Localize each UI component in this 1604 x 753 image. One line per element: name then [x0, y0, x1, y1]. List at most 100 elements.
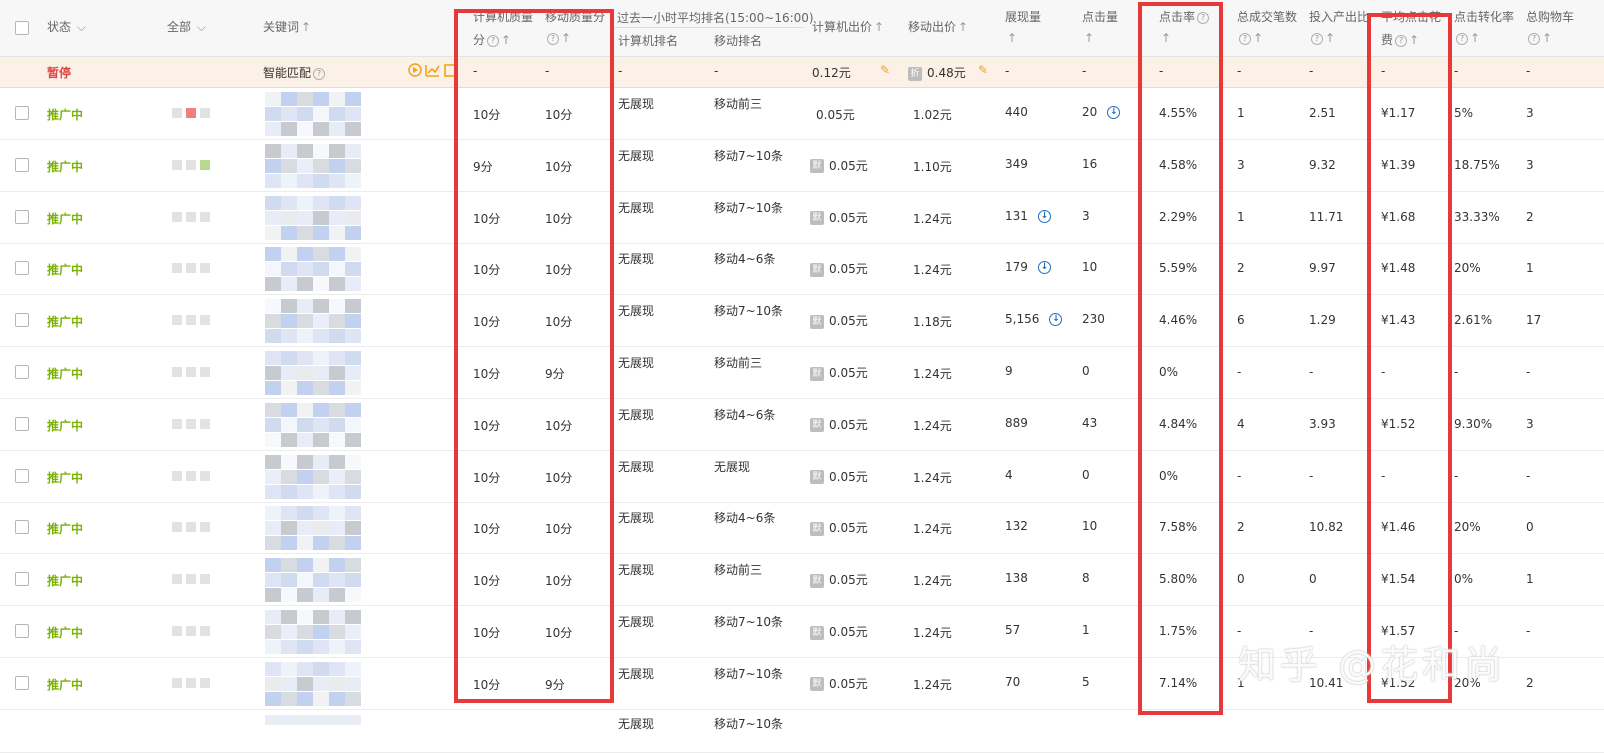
total-cart-cell: 0 [1526, 520, 1534, 535]
help-icon[interactable]: ? [1239, 32, 1251, 45]
pencil-icon[interactable]: ✎ [880, 63, 890, 77]
mosaic-block [329, 107, 345, 121]
total-cart-cell: - [1526, 624, 1531, 638]
mosaic-block [297, 107, 313, 121]
flag-swatch [200, 626, 210, 636]
mobile-rank-cell: 移动前三 [714, 563, 763, 578]
row-checkbox[interactable] [15, 416, 29, 431]
mosaic-block [265, 536, 281, 551]
row-checkbox[interactable] [15, 520, 29, 535]
default-price-tag-icon: 默 [810, 418, 824, 433]
mosaic-block [313, 247, 329, 262]
impressions-header-label: 展现量 [1005, 10, 1042, 24]
row-checkbox[interactable] [15, 313, 29, 328]
pc-rank-cell: 无展现 [618, 511, 655, 526]
mosaic-block [329, 432, 345, 447]
flag-swatch [200, 263, 210, 274]
row-checkbox[interactable] [15, 106, 29, 120]
clicks-value: 230 [1082, 312, 1105, 327]
total-deals-header[interactable]: 总成交笔数 ? ↑ [1237, 8, 1297, 45]
row-checkbox[interactable] [15, 468, 29, 483]
help-icon[interactable]: ? [1456, 32, 1468, 45]
status-label: 推广中 [47, 418, 84, 433]
conv-rate-cell: 9.30% [1454, 416, 1493, 431]
row-checkbox[interactable] [15, 209, 29, 224]
mosaic-block [297, 661, 313, 676]
mosaic-block [265, 402, 281, 417]
mosaic-block [281, 173, 297, 188]
flag-swatch [186, 522, 196, 533]
mosaic-block [297, 351, 313, 365]
help-icon[interactable]: ? [1528, 32, 1540, 45]
pc-bid-value: 0.05元 [829, 469, 868, 484]
pc-rank-cell: 无展现 [618, 407, 655, 422]
status-column-header[interactable]: 状态 ⌵ [47, 18, 86, 35]
mosaic-block [345, 521, 361, 536]
default-price-tag-icon: 默 [810, 366, 824, 381]
pc-bid-cell: 默 0.05元 [810, 209, 868, 226]
mosaic-block [329, 210, 345, 225]
filter-all-dropdown[interactable]: 全部 ⌵ [167, 18, 206, 35]
impressions-header[interactable]: 展现量 ↑ [1005, 8, 1041, 45]
row-checkbox[interactable] [15, 624, 29, 638]
download-icon[interactable]: ↓ [1037, 209, 1051, 223]
keyword-column-header[interactable]: 关键词 ↑ [263, 18, 311, 35]
mosaic-block [329, 225, 345, 240]
conv-rate-cell: - [1454, 365, 1459, 379]
mosaic-block [329, 262, 345, 277]
clicks-cell: 1 [1082, 623, 1090, 637]
row-checkbox[interactable] [15, 365, 29, 379]
mosaic-block [297, 484, 313, 499]
mosaic-block [281, 661, 297, 676]
clicks-cell: 43 [1082, 416, 1097, 430]
default-price-tag-icon: 默 [810, 314, 824, 329]
pc-bid-header[interactable]: 计算机出价 ↑ [812, 18, 884, 35]
mosaic-block [297, 381, 313, 395]
mosaic-block [313, 676, 329, 691]
mosaic-block [345, 381, 361, 395]
total-cart-header[interactable]: 总购物车 ? ↑ [1526, 8, 1574, 45]
mosaic-block [281, 402, 297, 417]
mosaic-block [281, 573, 297, 588]
trend-chart-icon[interactable] [425, 65, 440, 77]
conv-rate-header[interactable]: 点击转化率 ? ↑ [1454, 8, 1514, 45]
row-checkbox[interactable] [15, 572, 29, 587]
mosaic-block [345, 640, 361, 654]
row-checkbox[interactable] [15, 157, 29, 172]
mosaic-block [313, 432, 329, 447]
row-checkbox[interactable] [15, 261, 29, 276]
select-all-checkbox[interactable] [15, 21, 29, 35]
mosaic-block [329, 625, 345, 639]
mosaic-block [297, 676, 313, 691]
help-icon[interactable]: ? [313, 67, 326, 80]
mobile-bid-header[interactable]: 移动出价 ↑ [908, 18, 968, 35]
impressions-value: 889 [1005, 415, 1028, 430]
mosaic-block [265, 351, 281, 365]
mobile-rank-cell: 移动4~6条 [714, 511, 776, 526]
mosaic-block [297, 262, 313, 277]
mosaic-block [345, 299, 361, 314]
mosaic-block [345, 143, 361, 158]
download-icon[interactable]: ↓ [1107, 106, 1121, 119]
roi-header[interactable]: 投入产出比 ? ↑ [1309, 8, 1369, 45]
row-checkbox[interactable] [15, 675, 29, 690]
mobile-bid-cell: 1.18元 [913, 315, 952, 330]
table-row: 推广中 10分 10分 无展现 移动4~6条默 0.05元 1.24元 132 10 7.58% 2… [0, 502, 1604, 555]
total-cart-header-label: 总购物车 [1526, 10, 1575, 24]
mobile-bid-cell: 1.24元 [913, 211, 952, 226]
download-icon[interactable]: ↓ [1037, 261, 1051, 275]
clicks-header[interactable]: 点击量 ↑ [1082, 8, 1118, 45]
clicks-cell: 8 [1082, 571, 1090, 585]
mosaic-block [297, 432, 313, 447]
status-label: 推广中 [47, 367, 84, 381]
smart-match-actions [408, 62, 456, 81]
table-row: 推广中 10分 10分 无展现 无展现默 0.05元 1.24元 4 0 0% - - - - - [0, 451, 1604, 503]
pc-bid-value: 0.05元 [829, 210, 868, 225]
help-icon[interactable]: ? [1311, 32, 1323, 45]
clicks-value: 8 [1082, 571, 1090, 586]
download-icon[interactable]: ↓ [1049, 313, 1063, 327]
pencil-icon[interactable]: ✎ [978, 63, 988, 77]
mosaic-block [313, 277, 329, 292]
play-icon[interactable] [408, 63, 422, 77]
mosaic-block [297, 247, 313, 262]
